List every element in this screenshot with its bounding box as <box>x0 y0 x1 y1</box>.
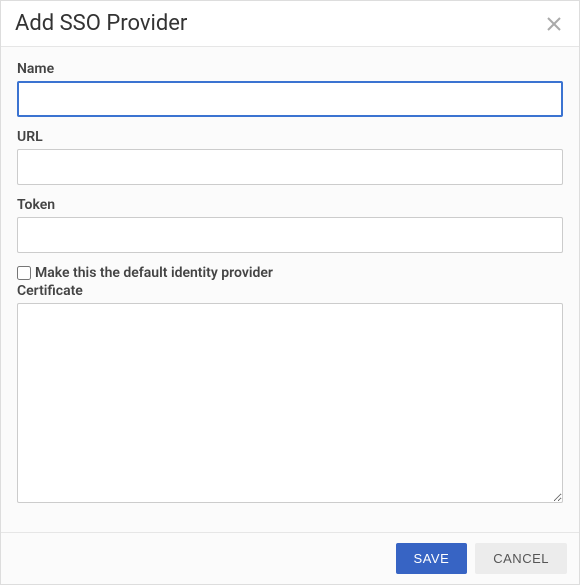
certificate-label: Certificate <box>17 283 563 299</box>
token-label: Token <box>17 197 563 213</box>
dialog-header: Add SSO Provider <box>1 1 579 47</box>
dialog-title: Add SSO Provider <box>15 11 187 36</box>
name-input[interactable] <box>17 81 563 117</box>
token-input[interactable] <box>17 217 563 253</box>
name-label: Name <box>17 61 563 77</box>
url-field: URL <box>17 129 563 185</box>
default-identity-checkbox[interactable] <box>17 266 31 280</box>
dialog-footer: SAVE CANCEL <box>1 532 579 584</box>
default-identity-row: Make this the default identity provider <box>17 265 563 281</box>
certificate-textarea[interactable] <box>17 303 563 503</box>
certificate-field: Certificate <box>17 283 563 507</box>
token-field: Token <box>17 197 563 253</box>
close-icon <box>546 16 562 32</box>
close-button[interactable] <box>543 13 565 35</box>
url-input[interactable] <box>17 149 563 185</box>
add-sso-provider-dialog: Add SSO Provider Name URL Token Make thi… <box>0 0 580 585</box>
cancel-button[interactable]: CANCEL <box>475 543 567 574</box>
name-field: Name <box>17 61 563 117</box>
save-button[interactable]: SAVE <box>396 543 468 574</box>
url-label: URL <box>17 129 563 145</box>
default-identity-label: Make this the default identity provider <box>35 265 273 281</box>
dialog-body: Name URL Token Make this the default ide… <box>1 47 579 532</box>
